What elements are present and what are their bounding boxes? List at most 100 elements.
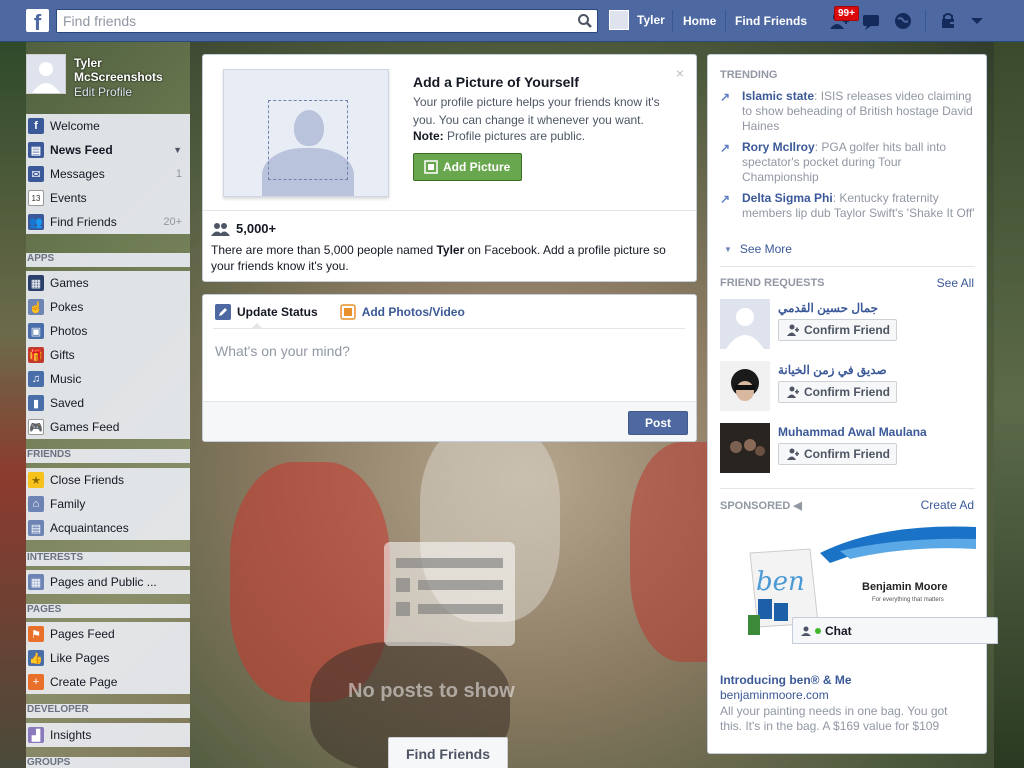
- trending-arrow-icon: ↗: [720, 90, 731, 104]
- music-icon: ♫: [28, 371, 44, 387]
- profile-picture-placeholder[interactable]: [223, 69, 389, 197]
- trending-item[interactable]: ↗ Rory McIlroy: PGA golfer hits ball int…: [720, 140, 980, 185]
- see-more-link[interactable]: ▼ See More: [724, 242, 792, 256]
- confirm-friend-button[interactable]: Confirm Friend: [778, 319, 897, 341]
- sidebar-item-label: Pages Feed: [50, 627, 115, 641]
- sidebar-item-music[interactable]: ♫ Music: [26, 367, 190, 391]
- sidebar-item-events[interactable]: 13 Events: [26, 186, 190, 210]
- messages-icon[interactable]: [860, 10, 882, 32]
- home-link[interactable]: Home: [683, 14, 716, 28]
- divider: [203, 210, 696, 211]
- search-icon[interactable]: [577, 13, 593, 29]
- sidebar-item-label: Find Friends: [50, 215, 117, 229]
- globe-icon[interactable]: [892, 10, 914, 32]
- apps-nav: ▦ Games ☝ Pokes ▣ Photos 🎁 Gifts ♫ Music ▮ Sav…: [26, 271, 190, 439]
- section-header-friends: FRIENDS: [26, 449, 190, 463]
- section-header-pages: PAGES: [26, 604, 190, 618]
- right-column: TRENDING ↗ Islamic state: ISIS releases …: [707, 54, 987, 754]
- requester-name[interactable]: جمال حسين القدمي: [778, 301, 878, 315]
- trending-item[interactable]: ↗ Islamic state: ISIS releases video cla…: [720, 89, 980, 134]
- notification-badge: 99+: [834, 6, 859, 21]
- sidebar-item-pages-feed[interactable]: ⚑ Pages Feed: [26, 622, 190, 646]
- sidebar-item-pages-public[interactable]: ▦ Pages and Public ...: [26, 570, 190, 594]
- profile-name[interactable]: Tyler McScreenshots: [74, 56, 184, 84]
- sidebar-item-label: Insights: [50, 728, 92, 742]
- sidebar-item-find-friends[interactable]: 👥 Find Friends 20+: [26, 210, 190, 234]
- requester-name[interactable]: Muhammad Awal Maulana: [778, 425, 927, 439]
- people-description: There are more than 5,000 people named T…: [211, 242, 681, 274]
- find-friends-count: 20+: [163, 216, 182, 228]
- main-nav: f Welcome ▤ News Feed ▼ ✉ Messages 1 13 …: [26, 114, 190, 234]
- sidebar-item-news-feed[interactable]: ▤ News Feed ▼: [26, 138, 190, 162]
- ad-title[interactable]: Introducing ben® & Me: [720, 673, 852, 687]
- person-icon: [801, 626, 811, 636]
- composer-footer: Post: [203, 401, 696, 441]
- sidebar-item-games-feed[interactable]: 🎮 Games Feed: [26, 415, 190, 439]
- confirm-friend-button[interactable]: Confirm Friend: [778, 381, 897, 403]
- friends-nav: ★ Close Friends ⌂ Family ▤ Acquaintances: [26, 468, 190, 540]
- see-more-label: See More: [739, 242, 792, 256]
- trending-item[interactable]: ↗ Delta Sigma Phi: Kentucky fraternity m…: [720, 191, 980, 221]
- create-ad-link[interactable]: Create Ad: [921, 498, 974, 512]
- sidebar-item-create-page[interactable]: + Create Page: [26, 670, 190, 694]
- avatar[interactable]: [720, 361, 770, 411]
- composer-tabs: Update Status Add Photos/Video: [215, 303, 465, 321]
- sidebar-item-saved[interactable]: ▮ Saved: [26, 391, 190, 415]
- sidebar-item-like-pages[interactable]: 👍 Like Pages: [26, 646, 190, 670]
- see-all-link[interactable]: See All: [937, 276, 974, 290]
- chat-bar[interactable]: Chat: [792, 617, 998, 644]
- people-icon: [211, 222, 230, 236]
- confirm-friend-button[interactable]: Confirm Friend: [778, 443, 897, 465]
- friend-request: جمال حسين القدمي Confirm Friend: [720, 299, 980, 349]
- status-input[interactable]: What's on your mind?: [215, 343, 350, 359]
- chevron-down-icon[interactable]: ▼: [173, 145, 182, 155]
- find-friends-link[interactable]: Find Friends: [735, 14, 807, 28]
- find-friends-button[interactable]: Find Friends: [388, 737, 508, 768]
- avatar[interactable]: [720, 299, 770, 349]
- top-profile-link[interactable]: Tyler: [609, 10, 665, 30]
- ad-url[interactable]: benjaminmoore.com: [720, 688, 829, 702]
- profile-picture[interactable]: [26, 54, 66, 94]
- empty-feed-icon: [384, 542, 515, 646]
- privacy-shortcuts-icon[interactable]: [938, 10, 960, 32]
- sidebar-item-acquaintances[interactable]: ▤ Acquaintances: [26, 516, 190, 540]
- post-button[interactable]: Post: [628, 411, 688, 435]
- trending-arrow-icon: ↗: [720, 141, 731, 155]
- sidebar-item-gifts[interactable]: 🎁 Gifts: [26, 343, 190, 367]
- sidebar-item-family[interactable]: ⌂ Family: [26, 492, 190, 516]
- chevron-down-icon[interactable]: [966, 10, 988, 32]
- sidebar-item-welcome[interactable]: f Welcome: [26, 114, 190, 138]
- divider: [720, 488, 975, 489]
- sidebar-item-label: Games Feed: [50, 420, 120, 434]
- card-title: Add a Picture of Yourself: [413, 74, 579, 90]
- sidebar-item-label: News Feed: [50, 143, 113, 157]
- button-label: Add Picture: [443, 160, 511, 174]
- sidebar-item-close-friends[interactable]: ★ Close Friends: [26, 468, 190, 492]
- sidebar-item-messages[interactable]: ✉ Messages 1: [26, 162, 190, 186]
- edit-profile-link[interactable]: Edit Profile: [74, 85, 132, 99]
- sidebar-item-pokes[interactable]: ☝ Pokes: [26, 295, 190, 319]
- family-icon: ⌂: [28, 496, 44, 512]
- sidebar-item-label: Pokes: [50, 300, 84, 314]
- pages-nav: ⚑ Pages Feed 👍 Like Pages + Create Page: [26, 622, 190, 694]
- avatar[interactable]: [720, 423, 770, 473]
- sidebar-item-games[interactable]: ▦ Games: [26, 271, 190, 295]
- people-count-value: 5,000+: [236, 221, 277, 236]
- photo-icon: [339, 304, 356, 320]
- facebook-logo[interactable]: f: [26, 9, 49, 35]
- requester-name[interactable]: صديق في زمن الخيانة: [778, 363, 887, 377]
- search-input[interactable]: [57, 10, 567, 32]
- close-icon[interactable]: ×: [676, 65, 684, 81]
- tab-add-photos[interactable]: Add Photos/Video: [339, 303, 465, 321]
- divider: [213, 328, 685, 329]
- search-box: [56, 9, 598, 33]
- add-friend-icon: [787, 448, 799, 460]
- sidebar-item-photos[interactable]: ▣ Photos: [26, 319, 190, 343]
- add-picture-button[interactable]: Add Picture: [413, 153, 522, 181]
- tab-update-status[interactable]: Update Status: [215, 303, 318, 321]
- calendar-icon: 13: [28, 190, 44, 206]
- left-sidebar: Tyler McScreenshots Edit Profile f Welco…: [26, 42, 190, 768]
- cover-background-right: [994, 42, 1024, 768]
- sidebar-item-insights[interactable]: ▟ Insights: [26, 723, 190, 747]
- pages-feed-icon: ⚑: [28, 626, 44, 642]
